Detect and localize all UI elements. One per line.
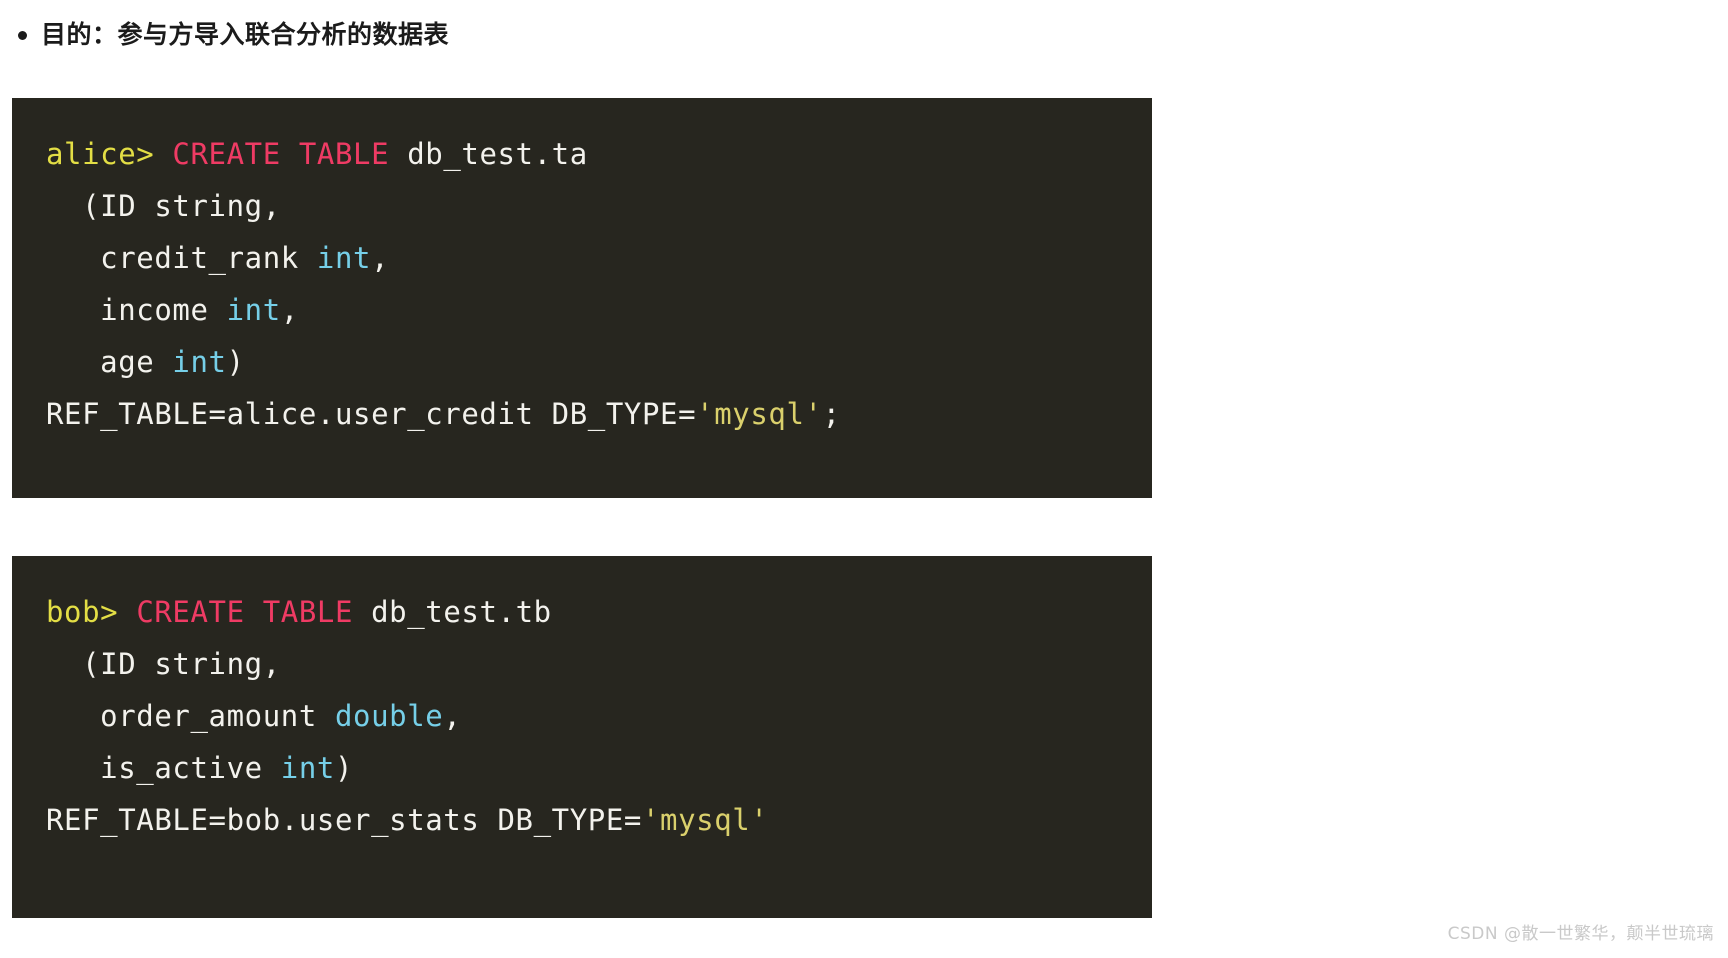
code-line: age int) <box>12 336 1152 388</box>
code-token-plain: order_amount <box>46 699 335 733</box>
code-line: REF_TABLE=alice.user_credit DB_TYPE='mys… <box>12 388 1152 440</box>
code-token-plain: db_test.tb <box>353 595 552 629</box>
code-token-plain: , <box>280 293 299 327</box>
page-title: 目的：参与方导入联合分析的数据表 <box>41 20 450 49</box>
code-token-plain: (ID string, <box>46 189 281 223</box>
code-token-type: double <box>334 699 444 733</box>
code-line: credit_rank int, <box>12 232 1152 284</box>
code-line: income int, <box>12 284 1152 336</box>
alice-create-table-block: alice> CREATE TABLE db_test.ta (ID strin… <box>12 98 1152 498</box>
code-token-plain: , <box>443 699 462 733</box>
page-heading: 目的：参与方导入联合分析的数据表 <box>18 18 449 52</box>
code-token-kw: CREATE TABLE <box>172 137 390 171</box>
code-token-type: int <box>172 345 227 379</box>
code-line: REF_TABLE=bob.user_stats DB_TYPE='mysql' <box>12 794 1152 846</box>
code-token-plain: db_test.ta <box>389 137 588 171</box>
code-token-plain: age <box>46 345 173 379</box>
code-line: alice> CREATE TABLE db_test.ta <box>12 128 1152 180</box>
csdn-watermark: CSDN @散一世繁华，颠半世琉璃 <box>1447 924 1714 944</box>
bob-create-table-block: bob> CREATE TABLE db_test.tb (ID string,… <box>12 556 1152 918</box>
code-token-type: int <box>226 293 281 327</box>
code-token-plain: ) <box>226 345 245 379</box>
code-token-plain: ; <box>822 397 841 431</box>
code-token-type: int <box>316 241 372 275</box>
code-token-type: int <box>280 751 335 785</box>
code-token-plain: REF_TABLE=bob.user_stats DB_TYPE= <box>46 803 642 837</box>
code-token-plain: income <box>46 293 227 327</box>
code-line: (ID string, <box>12 180 1152 232</box>
code-line: is_active int) <box>12 742 1152 794</box>
code-token-plain: (ID string, <box>46 647 281 681</box>
code-token-str: 'mysql' <box>696 397 823 431</box>
code-token-prompt: bob> <box>46 595 119 629</box>
code-token-plain: is_active <box>46 751 281 785</box>
code-token-plain: ) <box>334 751 354 785</box>
bullet-dot-icon <box>18 31 27 40</box>
code-token-prompt: alice> <box>46 137 155 171</box>
code-token-kw: CREATE TABLE <box>136 595 354 629</box>
code-token-plain: , <box>371 241 390 275</box>
code-line: (ID string, <box>12 638 1152 690</box>
code-line: order_amount double, <box>12 690 1152 742</box>
code-token-plain: REF_TABLE=alice.user_credit DB_TYPE= <box>46 397 697 431</box>
code-line: bob> CREATE TABLE db_test.tb <box>12 586 1152 638</box>
code-token-plain: credit_rank <box>46 241 317 275</box>
code-token-str: 'mysql' <box>641 803 769 837</box>
